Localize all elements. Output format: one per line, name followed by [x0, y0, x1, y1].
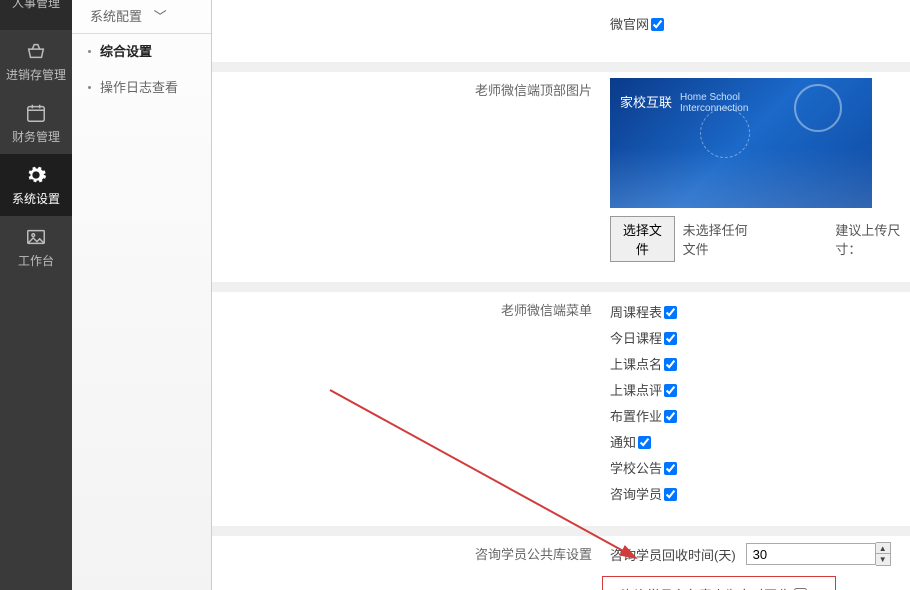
chevron-down-icon: ﹀ — [154, 0, 167, 34]
checkbox-week-schedule[interactable]: 周课程表 — [610, 298, 910, 324]
teacher-menu-checkbox-list: 周课程表 今日课程 上课点名 上课点评 布置作业 通知 学校公告 咨询学员 — [610, 298, 910, 506]
checkbox-attendance[interactable]: 上课点名 — [610, 350, 910, 376]
upload-size-tip: 建议上传尺寸： — [835, 220, 910, 258]
checkbox-label: 今日课程 — [610, 328, 662, 347]
checkbox-label: 学校公告 — [610, 458, 662, 477]
subnav-group-label: 系统配置 — [90, 9, 142, 24]
checkbox-input[interactable] — [664, 384, 677, 397]
form-label-teacher-menu: 老师微信端菜单 — [212, 298, 610, 319]
checkbox-input[interactable] — [664, 332, 677, 345]
checkbox-input[interactable] — [664, 306, 677, 319]
checkbox-class-review[interactable]: 上课点评 — [610, 376, 910, 402]
checkbox-input[interactable] — [664, 410, 677, 423]
checkbox-label: 布置作业 — [610, 406, 662, 425]
checkbox-label: 微官网 — [610, 14, 649, 33]
form-label-public-pool: 咨询学员公共库设置 — [212, 542, 610, 563]
nav-inventory-label: 进销存管理 — [6, 66, 66, 83]
recycle-days-row: 咨询学员回收时间(天) ▲ ▼ — [610, 542, 910, 566]
subnav-group-system-config[interactable]: 系统配置 ﹀ — [72, 0, 211, 34]
highlight-empty-owner-recycle: 咨询学员主负责人为空时回收 — [602, 576, 836, 590]
checkbox-school-announce[interactable]: 学校公告 — [610, 454, 910, 480]
stepper-up-button[interactable]: ▲ — [876, 543, 890, 554]
choose-file-button[interactable]: 选择文件 — [610, 216, 675, 262]
sub-nav: 系统配置 ﹀ 综合设置 操作日志查看 — [72, 0, 212, 590]
checkbox-input[interactable] — [664, 488, 677, 501]
empty-owner-recycle-label: 咨询学员主负责人为空时回收 — [621, 585, 790, 590]
nav-hr-label: 人事管理 — [12, 0, 60, 11]
recycle-days-label: 咨询学员回收时间(天) — [610, 545, 736, 564]
checkbox-label: 上课点评 — [610, 380, 662, 399]
content-area: 微官网 老师微信端顶部图片 家校互联 Home School Interconn… — [212, 0, 910, 590]
checkbox-label: 咨询学员 — [610, 484, 662, 503]
checkbox-weiguanwang[interactable]: 微官网 — [610, 10, 910, 36]
stepper-down-button[interactable]: ▼ — [876, 554, 890, 565]
number-stepper: ▲ ▼ — [876, 542, 891, 566]
recycle-days-input[interactable] — [746, 543, 876, 565]
nav-workbench-label: 工作台 — [18, 252, 54, 269]
nav-settings-label: 系统设置 — [12, 190, 60, 207]
banner-image-preview: 家校互联 Home School Interconnection — [610, 78, 872, 208]
checkbox-homework[interactable]: 布置作业 — [610, 402, 910, 428]
checkbox-input[interactable] — [664, 358, 677, 371]
nav-settings[interactable]: 系统设置 — [0, 154, 72, 216]
calendar-icon — [24, 102, 48, 124]
banner-brand-text: 家校互联 — [620, 92, 672, 111]
nav-inventory[interactable]: 进销存管理 — [0, 30, 72, 92]
nav-finance-label: 财务管理 — [12, 128, 60, 145]
bullet-icon — [88, 86, 91, 89]
subnav-item-general[interactable]: 综合设置 — [72, 34, 211, 70]
nav-hr[interactable]: 人事管理 — [0, 0, 72, 30]
nav-workbench[interactable]: 工作台 — [0, 216, 72, 278]
checkbox-label: 上课点名 — [610, 354, 662, 373]
gear-icon — [24, 164, 48, 186]
checkbox-today-course[interactable]: 今日课程 — [610, 324, 910, 350]
subnav-item-label: 综合设置 — [100, 44, 152, 59]
main-nav: 人事管理 进销存管理 财务管理 系统设置 工作台 — [0, 0, 72, 590]
decor-circle-icon — [794, 84, 842, 132]
basket-icon — [24, 40, 48, 62]
checkbox-label: 通知 — [610, 432, 636, 451]
bullet-icon — [88, 50, 91, 53]
form-label-teacher-image: 老师微信端顶部图片 — [212, 78, 610, 99]
image-icon — [24, 226, 48, 248]
decor-overlay — [610, 148, 872, 208]
nav-finance[interactable]: 财务管理 — [0, 92, 72, 154]
form-label — [212, 10, 610, 12]
checkbox-input[interactable] — [638, 436, 651, 449]
checkbox-notice[interactable]: 通知 — [610, 428, 910, 454]
checkbox-input[interactable] — [664, 462, 677, 475]
checkbox-label: 周课程表 — [610, 302, 662, 321]
subnav-item-label: 操作日志查看 — [100, 80, 178, 95]
checkbox-consult-student[interactable]: 咨询学员 — [610, 480, 910, 506]
checkbox-input[interactable] — [651, 18, 664, 31]
subnav-item-oplog[interactable]: 操作日志查看 — [72, 70, 211, 106]
file-selected-status: 未选择任何文件 — [683, 220, 758, 258]
